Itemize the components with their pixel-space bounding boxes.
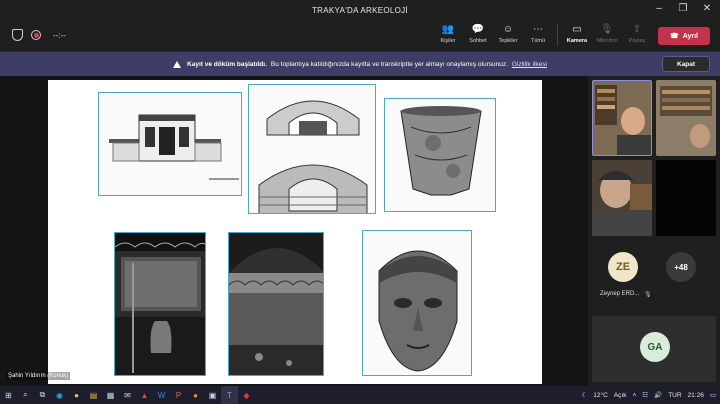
mail-icon[interactable]: ✉ [119,386,136,404]
recording-banner: Kayıt ve döküm başlatıldı. Bu toplantıya… [0,52,720,76]
leave-button[interactable]: ☎ Ayrıl [658,27,710,45]
microphone-button[interactable]: 🎙 Mikrofon [592,24,622,44]
recording-icon [31,30,41,40]
maximize-icon[interactable]: ❐ [676,2,690,16]
microphone-label: Mikrofon [596,38,618,44]
close-window-icon[interactable]: ✕ [700,2,714,16]
muted-mic-icon: 🎙 [644,292,652,298]
store-icon[interactable]: ▦ [102,386,119,404]
teams-icon[interactable]: T [221,386,238,404]
share-label: Paylaş [628,38,646,44]
participant-tile-ga[interactable]: GA [592,316,716,382]
chevron-up-icon[interactable]: ˄ [632,392,636,399]
meeting-timer: --:-- [53,30,66,40]
microphone-icon: 🎙 [600,24,614,35]
title-bar: TRAKYA'DA ARKEOLOJİ – ❐ ✕ [0,0,720,20]
participant-video-1[interactable] [592,80,652,156]
presenter-name: Şahin Yıldırım (Konuk) [6,372,71,380]
camera-icon: ▭ [572,24,582,35]
slide-image-tomb-facade [98,92,242,196]
word-icon[interactable]: W [153,386,170,404]
people-icon: 👥 [441,24,455,35]
camera-button[interactable]: ▭ Kamera [562,24,592,44]
reactions-label: Tepkiler [498,38,518,44]
toolbar-divider [557,24,558,46]
participant-avatar-ga: GA [640,332,670,362]
firefox-icon[interactable]: ● [187,386,204,404]
network-icon[interactable]: ☷ [642,391,648,399]
presentation-slide [48,80,542,384]
more-icon: ⋯ [533,24,543,35]
chat-icon: 💬 [471,24,485,35]
slide-image-vault-drawings [248,84,376,214]
weather-temp[interactable]: 12°C [593,392,608,399]
banner-close-button[interactable]: Kapat [662,56,710,72]
participant-name-ze: Zeynep ERD... [600,291,640,297]
banner-text: Bu toplantıya katıldığınızda kayıtta ve … [270,60,508,68]
acrobat-icon[interactable]: ▲ [136,386,153,404]
phone-icon: ☎ [669,33,679,40]
reactions-button[interactable]: ☺ Tepkiler [493,24,523,44]
slide-image-tomb-interior-left [114,232,206,376]
app-icon[interactable]: ◆ [238,386,255,404]
search-icon[interactable]: ⌕ [17,386,34,404]
leave-label: Ayrıl [682,32,699,40]
language-indicator[interactable]: TUR [668,392,681,399]
more-participants-button[interactable]: +48 [666,252,696,282]
share-button[interactable]: ⇧ Paylaş [622,24,652,44]
shared-content-stage: Şahin Yıldırım (Konuk) [0,76,588,386]
window-controls: – ❐ ✕ [652,2,714,16]
participant-avatar-ze[interactable]: ZE [608,252,638,282]
notifications-icon[interactable]: ▭ [710,391,716,399]
slide-image-tomb-interior-right [228,232,324,376]
volume-icon[interactable]: 🔊 [654,391,662,399]
powerpoint-icon[interactable]: P [170,386,187,404]
warning-icon [173,60,182,68]
more-button[interactable]: ⋯ Tümü [523,24,553,44]
shield-icon[interactable] [12,29,23,41]
clock[interactable]: 21:26 [688,392,704,399]
window-title: TRAKYA'DA ARKEOLOJİ [312,5,408,15]
file-explorer-icon[interactable]: ▤ [85,386,102,404]
meeting-toolbar: --:-- 👥 Kişiler 💬 Sohbet ☺ Tepkiler ⋯ Tü… [0,20,720,52]
slide-image-bronze-mask [362,230,472,376]
share-icon: ⇧ [632,24,642,35]
more-label: Tümü [530,38,546,44]
reactions-icon: ☺ [502,24,514,35]
weather-label: Açık [613,391,627,399]
minimize-icon[interactable]: – [652,2,666,16]
participant-video-4[interactable] [656,160,716,236]
os-taskbar: ⊞ ⌕ ⧉ ◉ ● ▤ ▦ ✉ ▲ W P ● ▣ T ◆ ☾ 12°C Açı… [0,386,720,404]
people-button[interactable]: 👥 Kişiler [433,24,463,44]
banner-bold-text: Kayıt ve döküm başlatıldı. [187,60,267,68]
participant-video-3[interactable] [592,160,652,236]
slide-image-rhyton-vessel [384,98,496,212]
photos-icon[interactable]: ▣ [204,386,221,404]
chrome-icon[interactable]: ● [68,386,85,404]
task-view-icon[interactable]: ⧉ [34,386,51,404]
chat-button[interactable]: 💬 Sohbet [463,24,493,44]
chat-label: Sohbet [469,38,487,44]
people-label: Kişiler [440,38,456,44]
privacy-link[interactable]: Gizlilik ilkesi [512,61,547,68]
edge-icon[interactable]: ◉ [51,386,68,404]
participants-panel: ZE +48 Zeynep ERD... 🎙 GA [588,76,720,386]
windows-start-icon[interactable]: ⊞ [0,386,17,404]
participant-video-2[interactable] [656,80,716,156]
system-tray: ☾ 12°C Açık ˄ ☷ 🔊 TUR 21:26 ▭ [581,386,716,404]
camera-label: Kamera [566,38,588,44]
weather-icon: ☾ [581,392,588,399]
